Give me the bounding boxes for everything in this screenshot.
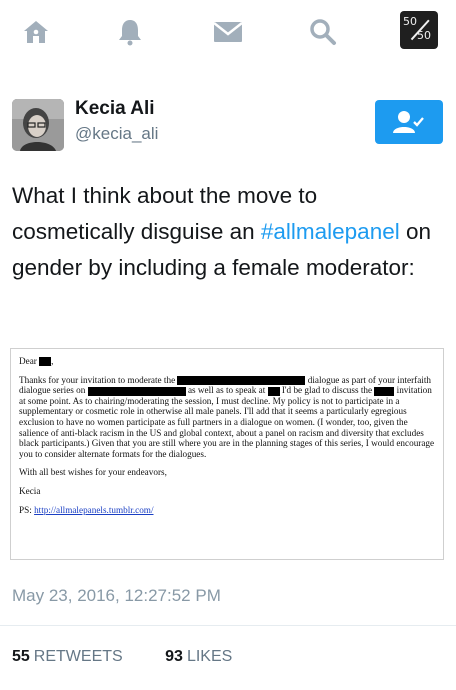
- likes-label: LIKES: [186, 648, 233, 665]
- letter-greeting-text: Dear: [19, 356, 37, 366]
- notifications-icon[interactable]: [112, 14, 148, 50]
- redaction-bar: [39, 357, 52, 367]
- letter-signature: Kecia: [19, 485, 41, 496]
- retweets-stat[interactable]: 55 RETWEETS: [12, 648, 123, 665]
- redaction-bar: [267, 386, 280, 396]
- letter-ps: PS: http://allmalepanels.tumblr.com/: [19, 505, 435, 516]
- likes-count: 93: [165, 648, 183, 665]
- redaction-bar: [177, 375, 306, 385]
- messages-icon[interactable]: [210, 14, 246, 50]
- letter-text: as well as to speak at: [187, 385, 266, 396]
- top-nav-bar: 50 50: [0, 0, 456, 66]
- letter-text: I'd be glad to discuss the: [281, 385, 373, 396]
- home-icon[interactable]: [18, 14, 54, 50]
- search-icon[interactable]: [305, 14, 341, 50]
- tweet-stats: 55 RETWEETS 93 LIKES: [12, 648, 270, 666]
- letter-ps-label: PS:: [19, 504, 32, 515]
- hashtag-link[interactable]: #allmalepanel: [261, 219, 400, 244]
- letter-closing: With all best wishes for your endeavors,: [19, 467, 167, 478]
- author-handle[interactable]: @kecia_ali: [75, 124, 158, 144]
- follow-user-check-icon: [393, 111, 424, 133]
- tweet-text: What I think about the move to cosmetica…: [12, 178, 444, 286]
- profile-badge: 50 50: [400, 11, 438, 49]
- redaction-bar: [87, 386, 186, 396]
- retweets-count: 55: [12, 648, 30, 665]
- profile-badge-top: 50: [403, 15, 417, 28]
- letter-ps-link: http://allmalepanels.tumblr.com/: [34, 504, 154, 515]
- profile-avatar[interactable]: 50 50: [400, 11, 438, 49]
- likes-stat[interactable]: 93 LIKES: [165, 648, 232, 665]
- tweet-timestamp[interactable]: May 23, 2016, 12:27:52 PM: [12, 586, 221, 606]
- redaction-bar: [374, 386, 395, 396]
- letter-body: Thanks for your invitation to moderate t…: [19, 375, 435, 460]
- profile-badge-bottom: 50: [417, 29, 431, 42]
- author-name[interactable]: Kecia Ali: [75, 98, 155, 120]
- letter-text: Thanks for your invitation to moderate t…: [19, 374, 176, 385]
- letter-text: invitation at some point. As to chairing…: [19, 385, 435, 459]
- letter-greeting: Dear ,: [19, 356, 54, 367]
- divider: [0, 625, 456, 626]
- retweets-label: RETWEETS: [33, 648, 123, 665]
- author-avatar[interactable]: [12, 99, 64, 151]
- tweet-media-image[interactable]: Dear , Thanks for your invitation to mod…: [10, 348, 444, 560]
- follow-button[interactable]: [375, 100, 443, 144]
